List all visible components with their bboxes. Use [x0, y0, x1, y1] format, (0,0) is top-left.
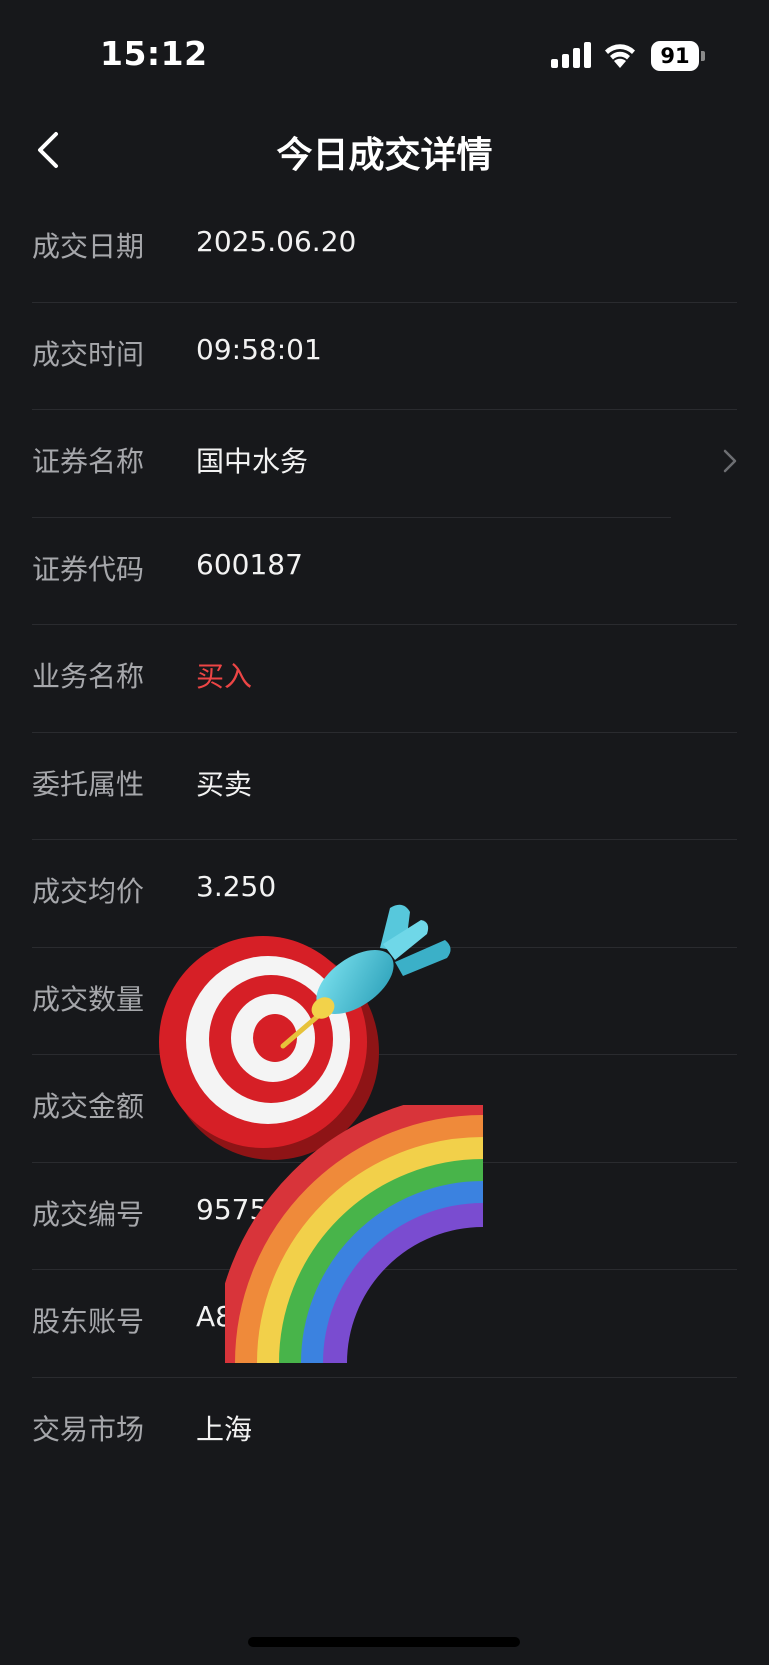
row-label: 证券名称 [32, 445, 145, 478]
nav-bar: 今日成交详情 [0, 110, 769, 190]
row-business-name: 业务名称 买入 [0, 625, 769, 733]
row-trade-time: 成交时间 09:58:01 [0, 303, 769, 410]
row-label: 证券代码 [32, 552, 145, 586]
row-label: 交易市场 [32, 1412, 145, 1446]
status-time: 15:12 [100, 34, 208, 73]
row-value: 2025.06.20 [196, 225, 357, 258]
row-value: 600187 [196, 547, 303, 581]
page-title: 今日成交详情 [276, 135, 493, 176]
row-security-code: 证券代码 600187 [0, 518, 769, 625]
trade-detail-screen: 15:12 91 今日成交详情 成交日期 2025.06.20 成交时间 09:… [0, 0, 769, 1665]
row-label: 成交金额 [32, 1090, 145, 1123]
row-label: 成交时间 [32, 337, 145, 371]
row-order-attribute: 委托属性 买卖 [0, 733, 769, 840]
row-value: 上海 [196, 1412, 253, 1446]
row-value: 买卖 [196, 767, 253, 801]
chevron-right-icon[interactable] [721, 446, 739, 476]
rainbow-sticker [225, 1105, 484, 1364]
row-label: 成交编号 [32, 1197, 145, 1231]
row-label: 成交数量 [32, 982, 145, 1016]
row-label: 业务名称 [32, 660, 145, 693]
row-value: 09:58:01 [196, 332, 322, 366]
row-value-buy: 买入 [196, 660, 253, 693]
row-label: 委托属性 [32, 767, 145, 801]
row-label: 股东账号 [32, 1305, 145, 1338]
row-security-name[interactable]: 证券名称 国中水务 [0, 410, 769, 518]
status-bar: 15:12 91 [0, 0, 769, 110]
row-label: 成交日期 [32, 230, 145, 263]
row-trading-market: 交易市场 上海 [0, 1378, 769, 1486]
home-indicator [248, 1637, 520, 1647]
row-value: 国中水务 [196, 445, 309, 478]
cellular-signal-icon [551, 42, 591, 68]
row-label: 成交均价 [32, 875, 145, 908]
battery-level: 91 [651, 41, 699, 71]
row-value: 3.250 [196, 870, 277, 903]
battery-icon: 91 [651, 41, 705, 71]
battery-cap [701, 51, 705, 61]
wifi-icon [605, 44, 635, 68]
row-trade-date: 成交日期 2025.06.20 [0, 195, 769, 303]
